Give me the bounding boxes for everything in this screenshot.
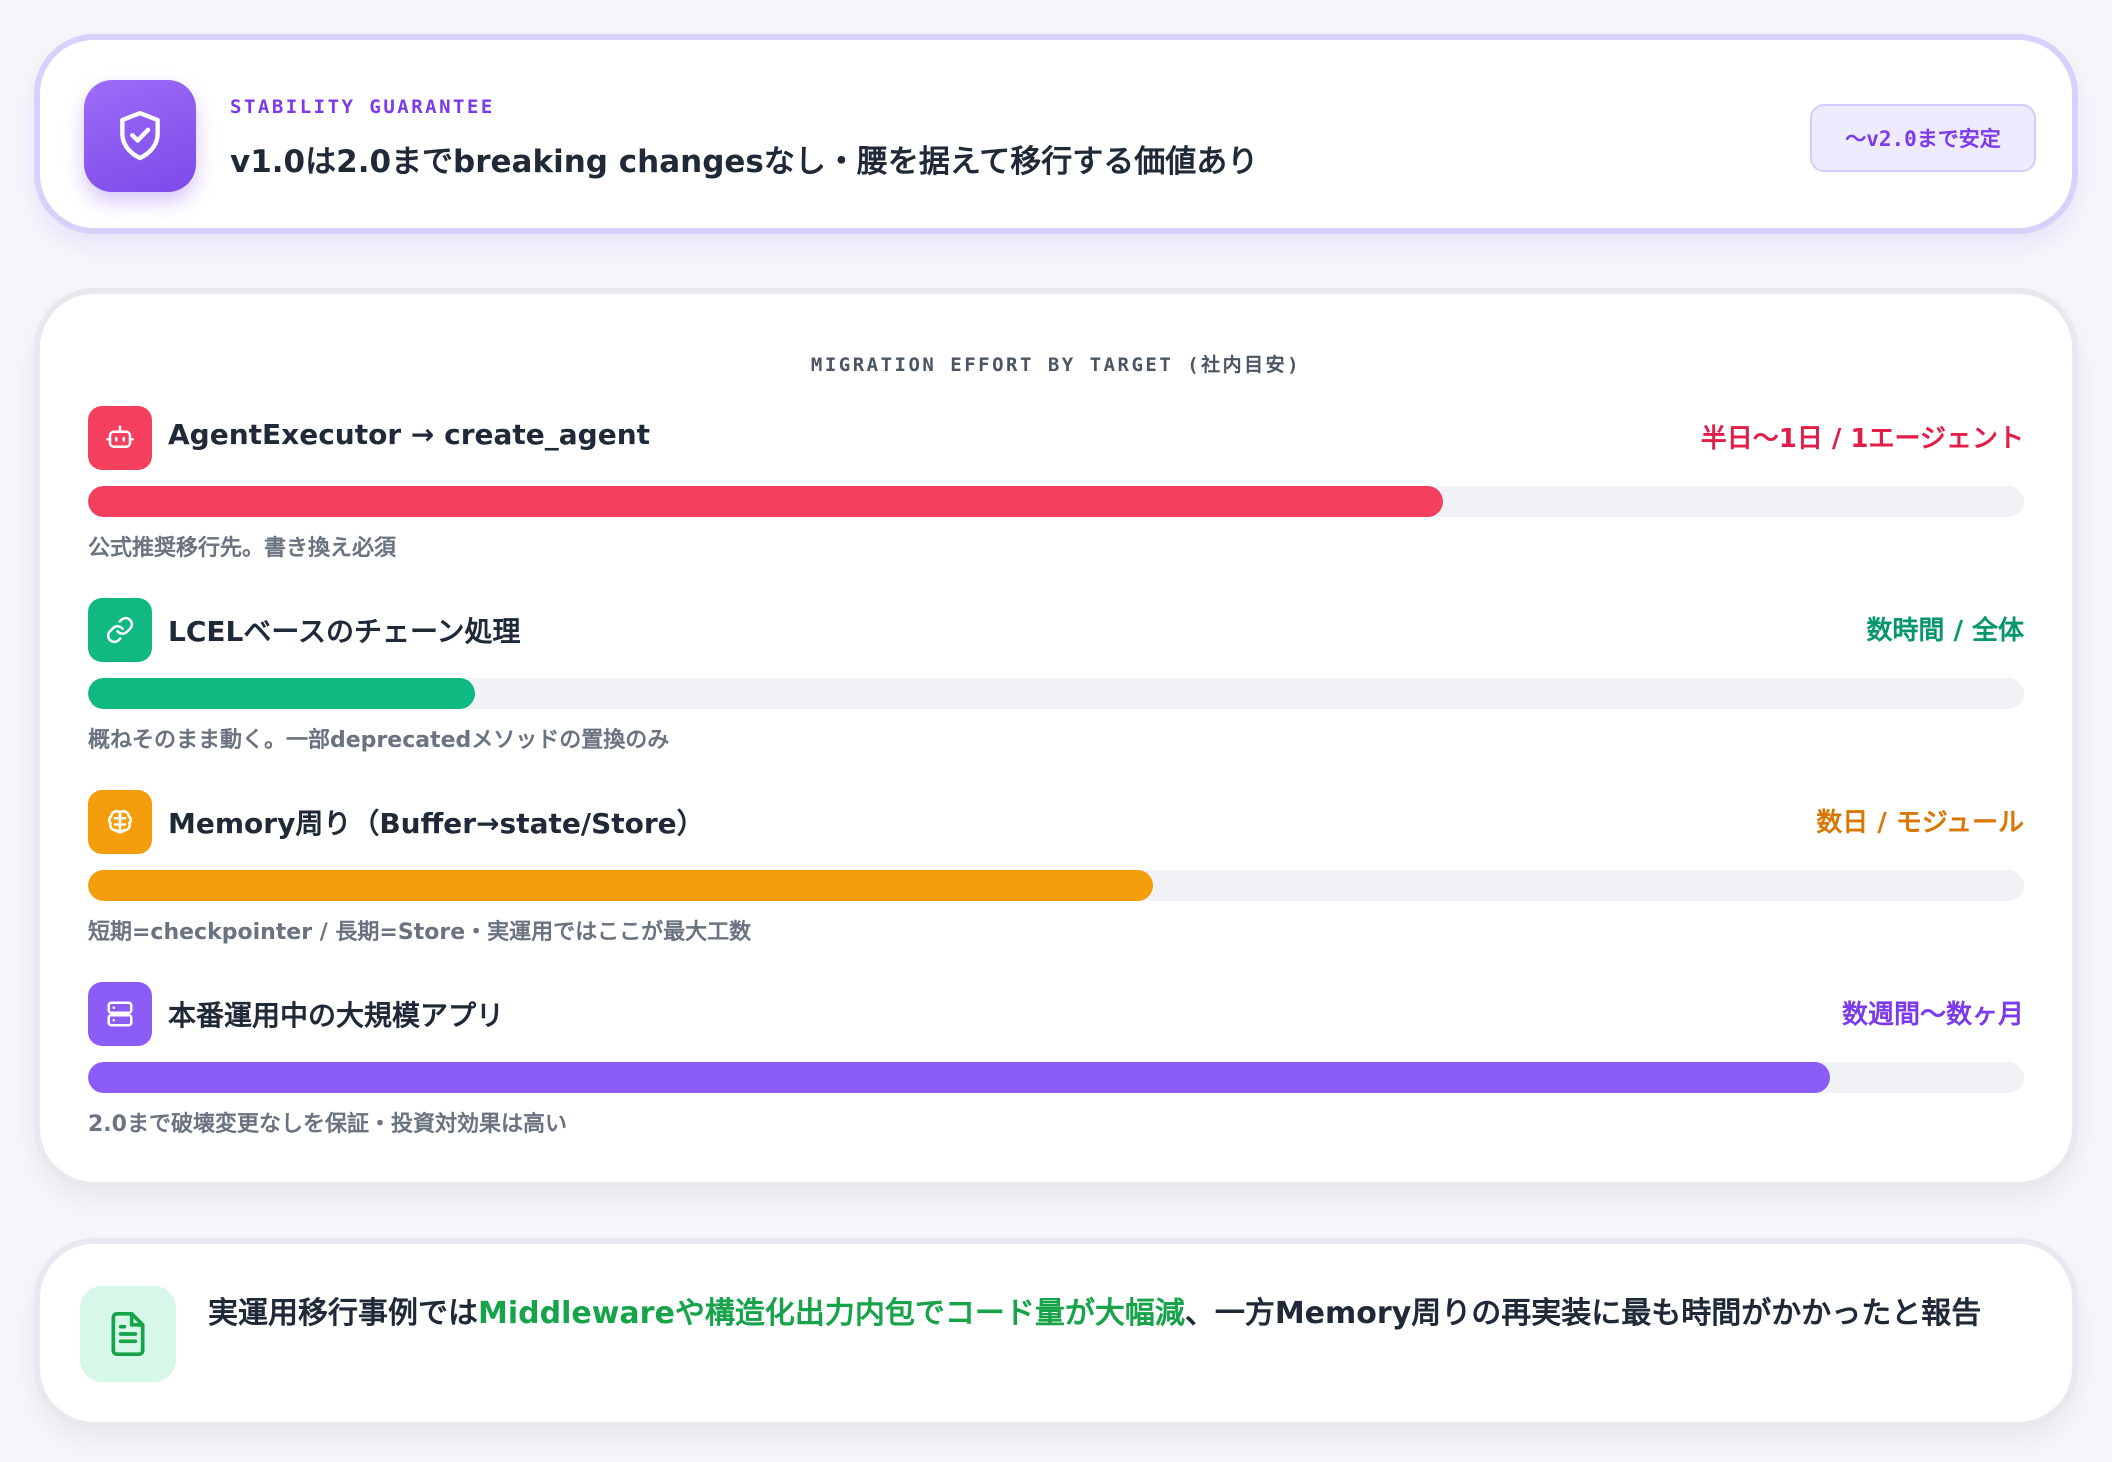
stability-eyebrow: STABILITY GUARANTEE — [230, 96, 495, 118]
effort-progress-fill — [88, 486, 1444, 517]
effort-row-value: 数時間 / 全体 — [1866, 616, 2024, 646]
brain-icon — [88, 790, 152, 854]
report-text-after: 、一方Memory周りの再実装に最も時間がかかったと報告 — [1184, 1296, 1982, 1331]
effort-row-production-app: 本番運用中の大規模アプリ 数週間〜数ヶ月 2.0まで破壊変更なしを保証・投資対効… — [88, 982, 2024, 1152]
effort-row-label: AgentExecutor → create_agent — [168, 418, 651, 451]
effort-progress-fill — [88, 678, 476, 709]
robot-icon — [88, 406, 152, 470]
document-icon — [80, 1286, 176, 1382]
effort-row-value: 半日〜1日 / 1エージェント — [1700, 424, 2024, 454]
effort-row-memory: Memory周り（Buffer→state/Store） 数日 / モジュール … — [88, 790, 2024, 960]
effort-progress-track — [88, 486, 2024, 517]
effort-row-note: 公式推奨移行先。書き換え必須 — [88, 536, 397, 561]
effort-section-title: MIGRATION EFFORT BY TARGET (社内目安) — [810, 354, 1302, 376]
stability-badge: 〜v2.0まで安定 — [1810, 104, 2036, 172]
shield-check-icon — [84, 80, 196, 192]
effort-progress-track — [88, 870, 2024, 901]
effort-row-note: 概ねそのまま動く。一部deprecatedメソッドの置換のみ — [88, 728, 670, 753]
effort-progress-track — [88, 1062, 2024, 1093]
effort-row-label: LCELベースのチェーン処理 — [168, 615, 521, 648]
report-text-highlight: Middlewareや構造化出力内包でコード量が大幅減 — [478, 1296, 1185, 1331]
migration-effort-card: MIGRATION EFFORT BY TARGET (社内目安) AgentE… — [34, 288, 2078, 1188]
effort-row-label: Memory周り（Buffer→state/Store） — [168, 807, 705, 840]
link-icon — [88, 598, 152, 662]
report-text-before: 実運用移行事例では — [208, 1296, 478, 1331]
effort-progress-track — [88, 678, 2024, 709]
effort-row-note: 短期=checkpointer / 長期=Store・実運用ではここが最大工数 — [88, 920, 752, 945]
stability-guarantee-card: STABILITY GUARANTEE v1.0は2.0までbreaking c… — [34, 34, 2078, 234]
effort-row-note: 2.0まで破壊変更なしを保証・投資対効果は高い — [88, 1112, 567, 1137]
stability-title: v1.0は2.0までbreaking changesなし・腰を据えて移行する価値… — [230, 144, 1259, 180]
server-icon — [88, 982, 152, 1046]
effort-row-agent-executor: AgentExecutor → create_agent 半日〜1日 / 1エー… — [88, 406, 2024, 576]
effort-row-lcel: LCELベースのチェーン処理 数時間 / 全体 概ねそのまま動く。一部depre… — [88, 598, 2024, 768]
effort-progress-fill — [88, 1062, 1831, 1093]
effort-row-value: 数週間〜数ヶ月 — [1841, 1000, 2024, 1030]
migration-report-card: 実運用移行事例ではMiddlewareや構造化出力内包でコード量が大幅減、一方M… — [34, 1238, 2078, 1428]
effort-row-value: 数日 / モジュール — [1816, 808, 2024, 838]
effort-progress-fill — [88, 870, 1153, 901]
report-text: 実運用移行事例ではMiddlewareや構造化出力内包でコード量が大幅減、一方M… — [208, 1290, 2054, 1338]
effort-row-label: 本番運用中の大規模アプリ — [168, 999, 505, 1032]
